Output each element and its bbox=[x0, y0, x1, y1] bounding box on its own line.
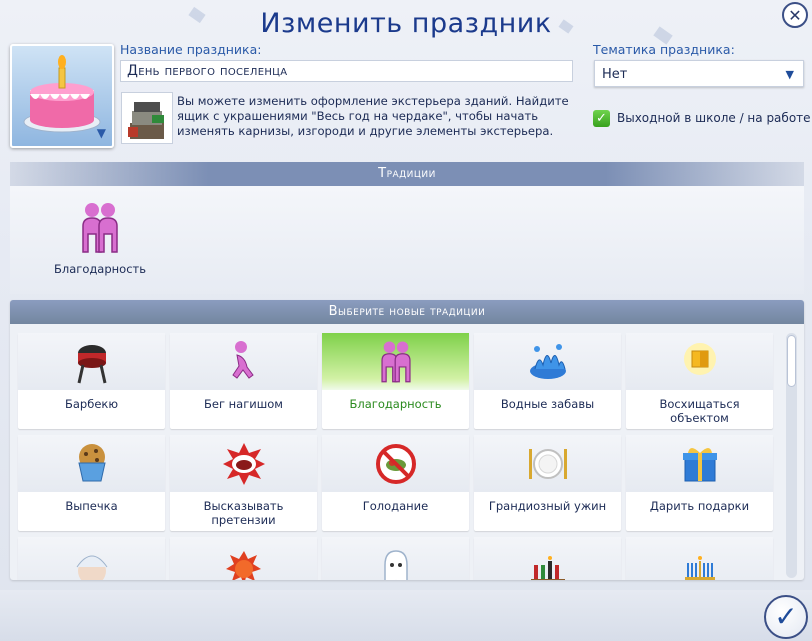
fasting-icon bbox=[375, 444, 416, 484]
winter-face-icon bbox=[76, 555, 107, 580]
holiday-name-label: Название праздника: bbox=[120, 42, 262, 57]
tradition-label: Дарить подарки bbox=[649, 499, 750, 513]
chevron-down-icon: ▼ bbox=[96, 126, 106, 140]
holiday-name-input[interactable] bbox=[120, 60, 573, 82]
tradition-label: Выпечка bbox=[65, 499, 118, 513]
tradition-card[interactable] bbox=[18, 537, 165, 580]
birthday-cake-icon bbox=[23, 55, 101, 133]
tradition-label: Благодарность bbox=[349, 397, 442, 411]
current-traditions: Благодарность bbox=[10, 186, 804, 294]
muffin-icon bbox=[77, 444, 106, 482]
tradition-label: Благодарность bbox=[53, 262, 147, 276]
exterior-info-text: Вы можете изменить оформление экстерьера… bbox=[177, 94, 569, 138]
tradition-item[interactable]: Благодарность bbox=[50, 200, 150, 276]
streaking-icon bbox=[231, 341, 254, 379]
tradition-label: Высказывать претензии bbox=[203, 499, 284, 527]
tradition-card-gratitude[interactable]: Благодарность bbox=[322, 333, 469, 429]
close-button[interactable]: ✕ bbox=[782, 2, 808, 28]
tradition-card[interactable] bbox=[170, 537, 317, 580]
theme-selected-value: Нет bbox=[602, 67, 628, 82]
traditions-header: Традиции bbox=[10, 162, 804, 186]
footer-bar bbox=[0, 590, 812, 641]
tradition-card-admire-object[interactable]: Восхищаться объектом bbox=[626, 333, 773, 429]
scrollbar-thumb[interactable] bbox=[787, 335, 796, 387]
tradition-card-barbecue[interactable]: Барбекю bbox=[18, 333, 165, 429]
new-traditions-header: Выберите новые традиции bbox=[10, 300, 804, 324]
dialog-title: Изменить праздник bbox=[260, 8, 552, 39]
checkmark-icon: ✓ bbox=[774, 600, 798, 633]
tradition-scrollbar[interactable] bbox=[786, 333, 797, 578]
grill-icon bbox=[77, 345, 106, 384]
admire-object-icon bbox=[683, 343, 716, 375]
confirm-button[interactable]: ✓ bbox=[764, 595, 808, 639]
tradition-card-fasting[interactable]: Голодание bbox=[322, 435, 469, 531]
tradition-card-give-gifts[interactable]: Дарить подарки bbox=[626, 435, 773, 531]
gratitude-icon bbox=[380, 341, 411, 383]
tradition-card-grand-dinner[interactable]: Грандиозный ужин bbox=[474, 435, 621, 531]
dinner-plate-icon bbox=[528, 449, 567, 479]
tradition-label: Восхищаться объектом bbox=[659, 397, 740, 425]
holiday-icon-picker[interactable]: ▼ bbox=[10, 44, 114, 148]
tradition-card[interactable] bbox=[474, 537, 621, 580]
theme-dropdown[interactable]: Нет ▼ bbox=[594, 60, 804, 87]
decoration-crates-icon bbox=[128, 99, 164, 139]
tradition-label: Голодание bbox=[362, 499, 429, 513]
tradition-card[interactable] bbox=[626, 537, 773, 580]
water-splash-icon bbox=[529, 344, 566, 379]
tradition-label: Грандиозный ужин bbox=[488, 499, 607, 513]
gratitude-icon bbox=[82, 203, 118, 253]
close-icon: ✕ bbox=[788, 5, 802, 25]
tradition-label: Водные забавы bbox=[500, 397, 595, 411]
tradition-label: Бег нагишом bbox=[204, 397, 283, 411]
tradition-card[interactable] bbox=[322, 537, 469, 580]
theme-label: Тематика праздника: bbox=[593, 42, 735, 57]
kwanzaa-candles-icon bbox=[530, 556, 565, 580]
complaining-mouth-icon bbox=[222, 443, 265, 485]
tradition-label: Барбекю bbox=[64, 397, 119, 411]
sun-face-icon bbox=[225, 551, 261, 580]
chevron-down-icon: ▼ bbox=[785, 68, 794, 81]
day-off-checkbox[interactable]: ✓ bbox=[593, 110, 610, 127]
tradition-card-baking[interactable]: Выпечка bbox=[18, 435, 165, 531]
info-box bbox=[121, 92, 173, 144]
tradition-card-streaking[interactable]: Бег нагишом bbox=[170, 333, 317, 429]
tradition-card-complaints[interactable]: Высказывать претензии bbox=[170, 435, 317, 531]
new-traditions-panel: Выберите новые традиции Барбекю Бег наги… bbox=[10, 300, 804, 580]
ghost-icon bbox=[383, 550, 408, 580]
tradition-card-water-fun[interactable]: Водные забавы bbox=[474, 333, 621, 429]
checkmark-icon: ✓ bbox=[596, 111, 607, 126]
day-off-label: Выходной в школе / на работе bbox=[617, 111, 811, 125]
menorah-icon bbox=[684, 556, 715, 580]
gift-icon bbox=[682, 448, 717, 482]
